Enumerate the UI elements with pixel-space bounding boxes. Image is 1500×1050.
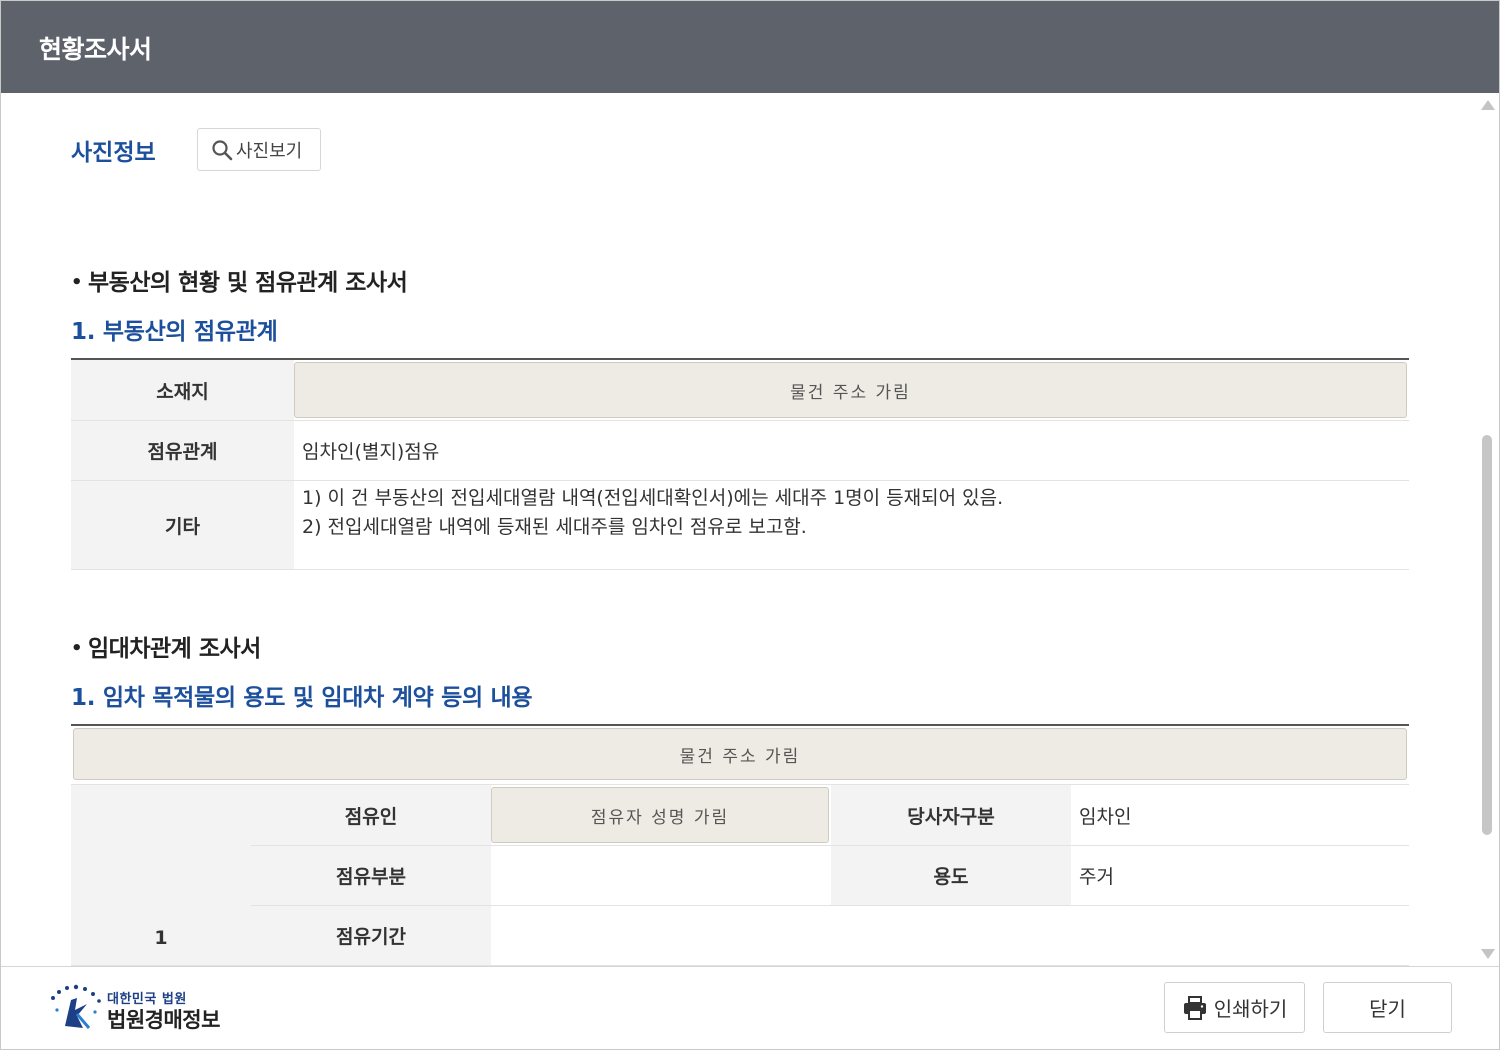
table-row: 물건 주소 가림 (71, 725, 1410, 785)
scroll-thumb[interactable] (1482, 435, 1492, 835)
title-bar: 현황조사서 (1, 1, 1499, 93)
entry-number: 1 (71, 784, 251, 966)
etc-label: 기타 (71, 480, 294, 570)
subheading-lease: 1. 임차 목적물의 용도 및 임대차 계약 등의 내용 (71, 685, 533, 711)
party-type-value: 임차인 (1071, 784, 1410, 846)
table-row: 점유부분 용도 주거 (71, 845, 1410, 906)
section-heading-text: 부동산의 현황 및 점유관계 조사서 (88, 270, 408, 296)
popup-window: 현황조사서 사진정보 사진보기 • 부동산의 현황 및 점유관계 조사서 1. 부… (0, 0, 1500, 1050)
bullet-icon: • (71, 638, 83, 659)
close-button[interactable]: 닫기 (1323, 982, 1452, 1033)
occupancy-label: 점유관계 (71, 420, 294, 481)
location-value-cell: 물건 주소 가림 (294, 359, 1409, 421)
occupancy-table: 소재지 물건 주소 가림 점유관계 임차인(별지)점유 기타 1) 이 건 부동… (71, 358, 1409, 570)
view-photo-button[interactable]: 사진보기 (197, 128, 321, 171)
period-value (491, 905, 1410, 966)
court-auction-logo[interactable]: 대한민국 법원 법원경매정보 (47, 984, 247, 1034)
print-label: 인쇄하기 (1213, 997, 1288, 1021)
occupied-part-label: 점유부분 (251, 845, 491, 906)
table-row: 소재지 물건 주소 가림 (71, 359, 1409, 421)
etc-line: 2) 전입세대열람 내역에 등재된 세대주를 임차인 점유로 보고함. (302, 516, 807, 538)
logo-title: 법원경매정보 (107, 1008, 220, 1032)
print-button[interactable]: 인쇄하기 (1164, 982, 1305, 1033)
address-row: 물건 주소 가림 (71, 725, 1410, 785)
scroll-down-arrow-icon[interactable] (1481, 949, 1495, 959)
subheading-occupancy: 1. 부동산의 점유관계 (71, 319, 278, 345)
section-heading-occupancy: • 부동산의 현황 및 점유관계 조사서 (71, 263, 408, 297)
masked-occupant-name: 점유자 성명 가림 (491, 787, 829, 843)
table-row: 1 점유인 점유자 성명 가림 당사자구분 임차인 (71, 784, 1410, 966)
occupancy-value: 임차인(별지)점유 (294, 420, 1409, 481)
table-row: 점유기간 (71, 905, 1410, 966)
vertical-scrollbar[interactable] (1477, 93, 1499, 966)
view-photo-label: 사진보기 (236, 140, 303, 162)
window-title: 현황조사서 (39, 35, 152, 64)
occupant-value-cell: 점유자 성명 가림 (491, 784, 831, 846)
scroll-up-arrow-icon[interactable] (1481, 100, 1495, 110)
occupied-part-value (491, 845, 831, 906)
period-label: 점유기간 (251, 905, 491, 966)
lease-table: 물건 주소 가림 1 점유인 점유자 성명 가림 당사자구분 임차인 점유부분 … (71, 724, 1410, 966)
masked-address: 물건 주소 가림 (73, 728, 1408, 780)
table-row: 기타 1) 이 건 부동산의 전입세대열람 내역(전입세대확인서)에는 세대주 … (71, 480, 1409, 570)
footer-bar: 대한민국 법원 법원경매정보 인쇄하기 닫기 (1, 966, 1499, 1049)
purpose-value: 주거 (1071, 845, 1410, 906)
bullet-icon: • (71, 272, 83, 293)
party-type-label: 당사자구분 (831, 784, 1071, 846)
search-icon (212, 139, 233, 160)
section-heading-text: 임대차관계 조사서 (88, 636, 261, 662)
table-row: 점유관계 임차인(별지)점유 (71, 420, 1409, 481)
occupant-label: 점유인 (251, 784, 491, 846)
purpose-label: 용도 (831, 845, 1071, 906)
report-content[interactable]: 사진정보 사진보기 • 부동산의 현황 및 점유관계 조사서 1. 부동산의 점유… (1, 93, 1477, 966)
photo-info-label: 사진정보 (71, 140, 156, 166)
etc-line: 1) 이 건 부동산의 전입세대열람 내역(전입세대확인서)에는 세대주 1명이… (302, 487, 1004, 509)
etc-value: 1) 이 건 부동산의 전입세대열람 내역(전입세대확인서)에는 세대주 1명이… (294, 480, 1409, 570)
location-label: 소재지 (71, 359, 294, 421)
section-heading-lease: • 임대차관계 조사서 (71, 629, 261, 663)
court-emblem-icon (51, 984, 101, 1029)
masked-address: 물건 주소 가림 (294, 362, 1407, 418)
printer-icon (1183, 995, 1206, 1020)
